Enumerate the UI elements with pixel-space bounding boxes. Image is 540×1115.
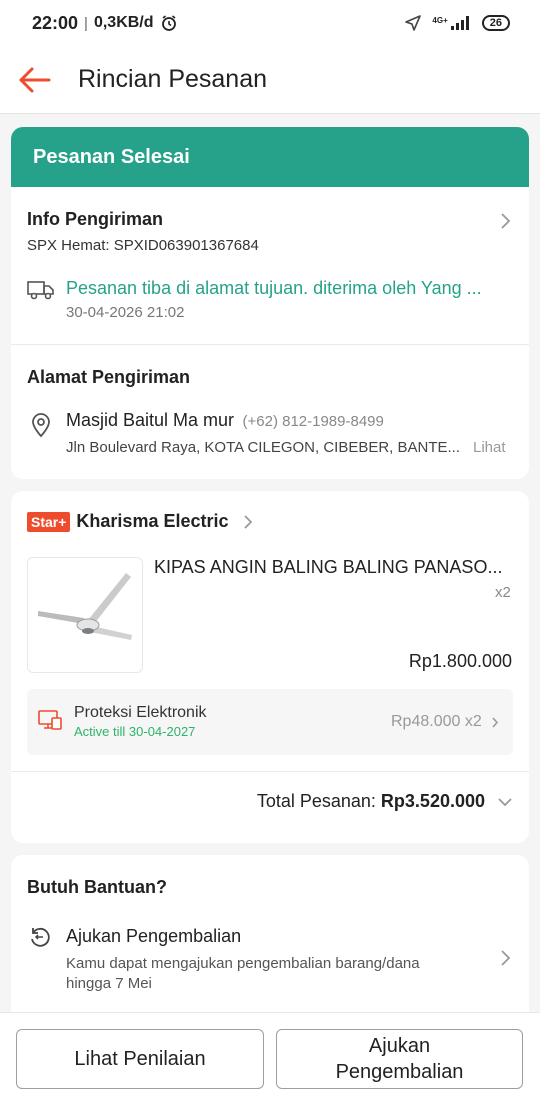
return-request-item[interactable]: Ajukan Pengembalian Kamu dapat mengajuka… [11,915,529,1025]
page-title: Rincian Pesanan [78,65,268,93]
help-card: Butuh Bantuan? Ajukan Pengembalian Kamu … [11,855,529,1025]
shop-header[interactable]: Star+ Kharisma Electric [27,511,253,532]
section-divider [11,771,529,772]
signal-icon: 4G+ [432,16,471,30]
total-value: Rp3.520.000 [380,791,485,811]
back-button[interactable] [10,56,58,104]
delivery-status-text: Pesanan tiba di alamat tujuan. diterima … [66,278,482,298]
delivery-timestamp: 30-04-2026 21:02 [66,304,185,321]
recipient-phone: (+62) 812-1989-8499 [242,413,384,430]
shipping-info-section[interactable]: Info Pengiriman SPX Hemat: SPXID06390136… [11,187,529,344]
chevron-right-icon [501,950,511,966]
help-title: Butuh Bantuan? [27,877,167,897]
shop-card: Star+ Kharisma Electric KIPAS ANGIN BALI… [11,491,529,843]
protection-title: Proteksi Elektronik [74,704,207,721]
request-return-label-2: Pengembalian [335,1061,464,1083]
protection-row[interactable]: Proteksi Elektronik Active till 30-04-20… [27,689,513,755]
address-section[interactable]: Alamat Pengiriman Masjid Baitul Ma mur (… [11,345,529,479]
app-bar: Rincian Pesanan [0,46,540,114]
alarm-icon [160,14,178,32]
location-pin-icon [32,413,50,438]
star-plus-badge: Star+ [27,511,71,532]
request-return-label-1: Ajukan [368,1035,431,1057]
address-title: Alamat Pengiriman [27,367,191,387]
order-total[interactable]: Total Pesanan: Rp3.520.000 [257,791,513,812]
status-time: 22:00 [32,12,79,33]
ceiling-fan-icon [38,573,132,640]
product-quantity: x2 [495,584,511,601]
chevron-down-icon [498,797,512,806]
return-description-1: Kamu dapat mengajukan pengembalian baran… [66,955,420,972]
product-image[interactable] [27,557,143,673]
recipient-name: Masjid Baitul Ma mur [66,410,235,430]
shop-name: Kharisma Electric [76,511,229,531]
courier-tracking: SPX Hemat: SPXID063901367684 [27,237,259,254]
order-info-card: Pesanan Selesai Info Pengiriman SPX Hema… [11,127,529,479]
location-arrow-icon [404,14,422,32]
electronic-protection-icon [38,710,62,730]
total-label: Total Pesanan: [256,791,376,811]
order-status-banner: Pesanan Selesai [11,127,529,187]
return-icon [31,927,50,947]
chevron-right-icon [501,213,511,229]
product-name[interactable]: KIPAS ANGIN BALING BALING PANASO... [154,557,502,578]
view-review-button[interactable]: Lihat Penilaian [16,1029,264,1089]
network-type: 4G+ [432,16,448,25]
request-return-button[interactable]: Ajukan Pengembalian [276,1029,523,1089]
chevron-right-icon [492,717,499,728]
protection-price: Rp48.000 x2 [391,713,482,730]
shipping-info-title: Info Pengiriman [27,209,164,229]
status-separator: | [84,14,88,32]
address-more-link[interactable]: Lihat [473,439,506,456]
return-description-2: hingga 7 Mei [66,975,152,992]
product-price: Rp1.800.000 [408,651,512,671]
battery-icon: 26 [481,15,510,31]
network-speed: 0,3KB/d [93,14,154,31]
chevron-right-icon [243,514,252,529]
status-bar: 22:00 | 0,3KB/d 4G+ 26 [0,0,540,46]
truck-icon [27,281,54,300]
bottom-action-bar: Lihat Penilaian Ajukan Pengembalian [0,1012,540,1115]
address-line: Jln Boulevard Raya, KOTA CILEGON, CIBEBE… [66,439,461,456]
order-status-label: Pesanan Selesai [33,145,190,168]
protection-validity: Active till 30-04-2027 [74,724,196,739]
view-review-label: Lihat Penilaian [74,1048,206,1070]
return-title: Ajukan Pengembalian [66,926,242,946]
back-arrow-icon [19,67,51,92]
recipient-line: Masjid Baitul Ma mur (+62) 812-1989-8499 [66,410,384,431]
